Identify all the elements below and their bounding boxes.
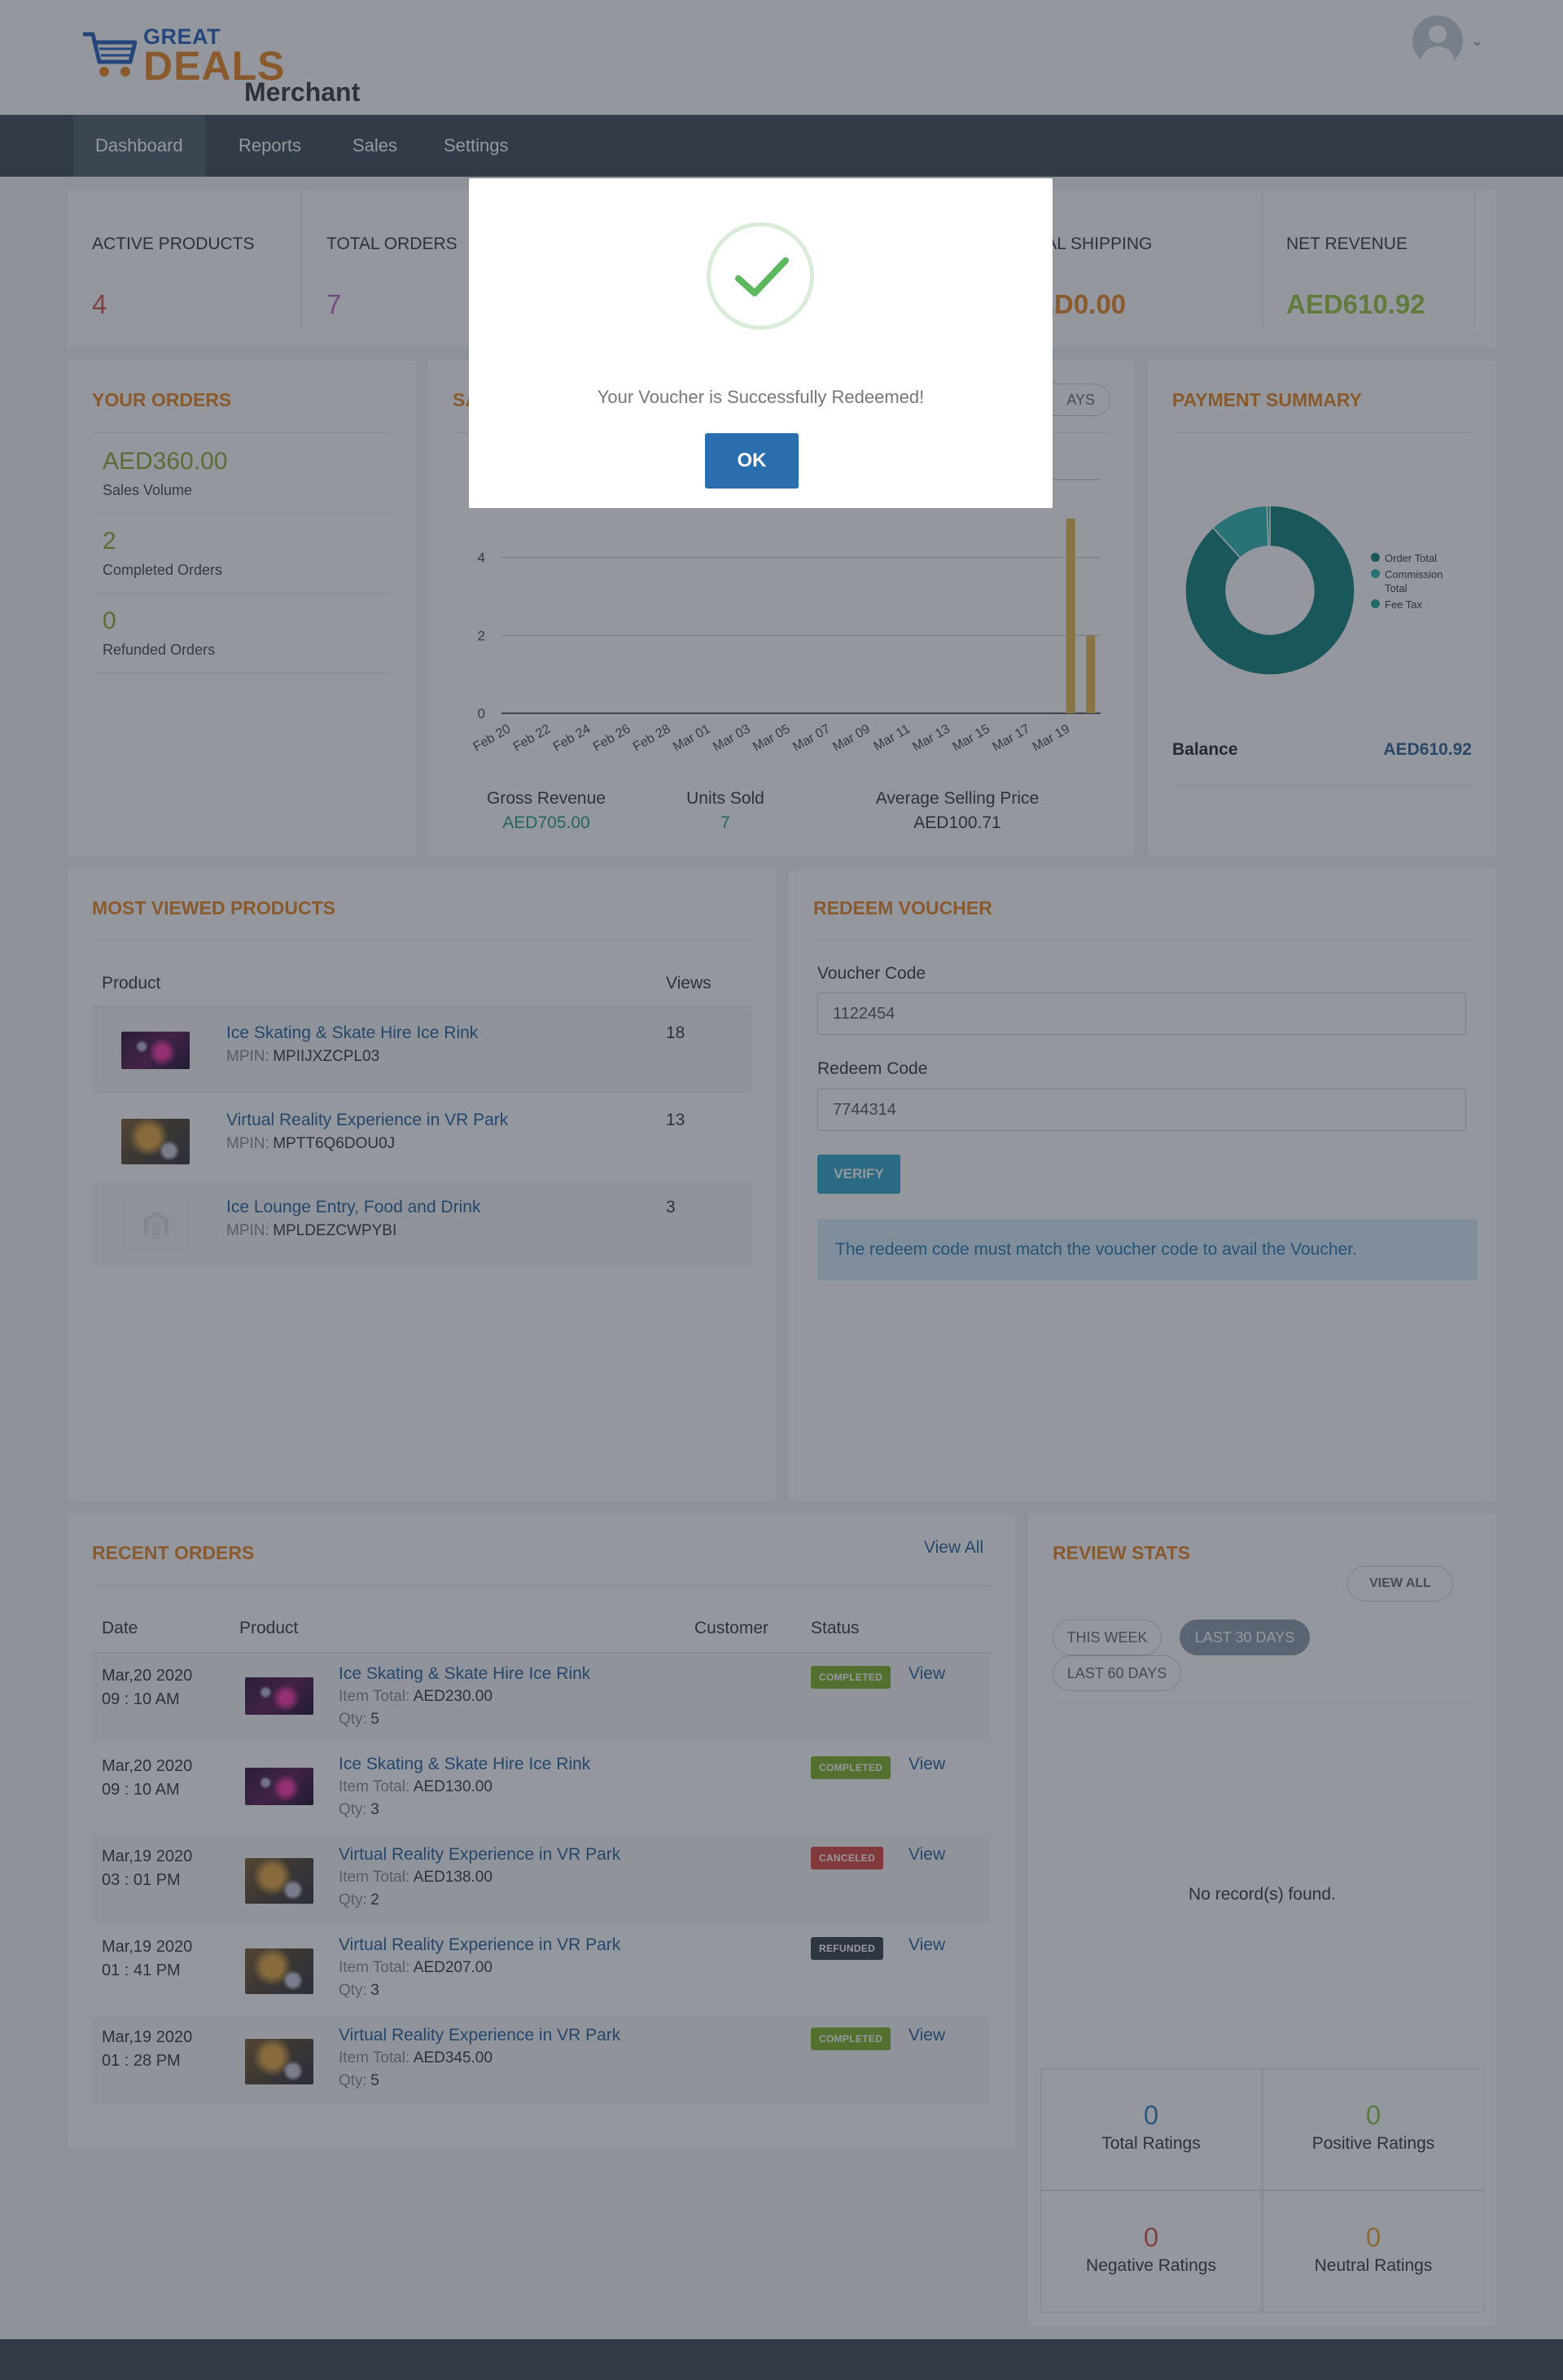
success-icon — [707, 222, 814, 330]
ok-button[interactable]: OK — [705, 433, 799, 489]
success-message: Your Voucher is Successfully Redeemed! — [597, 387, 925, 407]
check-icon — [735, 257, 789, 296]
success-dialog: Your Voucher is Successfully Redeemed! O… — [469, 178, 1053, 508]
